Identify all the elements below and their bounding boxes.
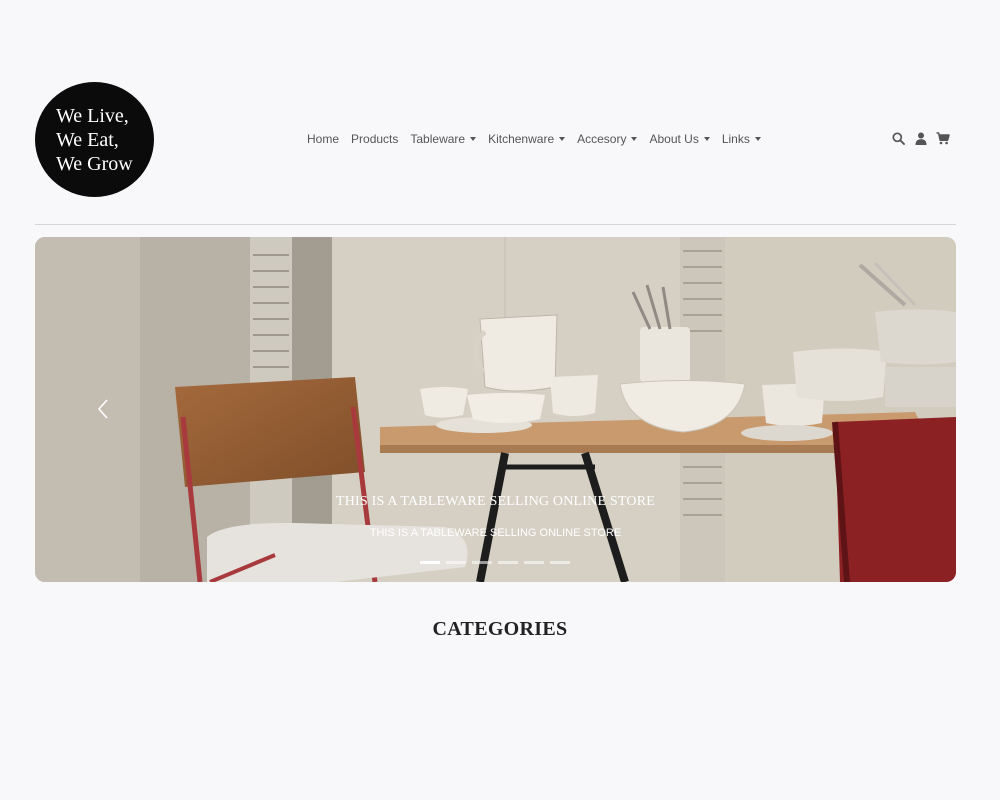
nav-item-products[interactable]: Products	[351, 132, 398, 146]
carousel-indicator[interactable]	[420, 561, 440, 564]
nav-item-label: Products	[351, 132, 399, 146]
logo-line-2: We Eat,	[56, 129, 119, 151]
nav-item-tableware[interactable]: Tableware	[410, 132, 477, 146]
nav-item-label: Accesory	[577, 132, 627, 146]
header-divider	[35, 224, 956, 225]
logo-line-1: We Live,	[56, 105, 129, 127]
main-nav: Home Products Tableware Kitchenware Acce…	[300, 131, 773, 147]
nav-item-about-us[interactable]: About Us	[649, 132, 710, 146]
carousel-indicator[interactable]	[524, 561, 544, 564]
chevron-left-icon[interactable]	[93, 397, 113, 421]
carousel-indicators	[420, 561, 576, 564]
caret-down-icon	[754, 137, 761, 141]
caret-down-icon	[559, 137, 566, 141]
caret-down-icon	[470, 137, 477, 141]
nav-item-label: Kitchenware	[488, 132, 555, 146]
categories-title: CATEGORIES	[432, 618, 568, 640]
carousel-indicator[interactable]	[550, 561, 570, 564]
caret-down-icon	[703, 137, 710, 141]
carousel-indicator[interactable]	[498, 561, 518, 564]
nav-item-label: About Us	[649, 132, 699, 146]
carousel-indicator[interactable]	[446, 561, 466, 564]
cart-icon[interactable]	[935, 131, 950, 146]
header-tools	[891, 131, 957, 146]
hero-caption-subtitle: THIS IS A TABLEWARE SELLING ONLINE STORE	[369, 527, 622, 539]
caret-down-icon	[631, 137, 638, 141]
hero-caption-title: THIS IS A TABLEWARE SELLING ONLINE STORE	[335, 494, 656, 509]
logo-line-3: We Grow	[56, 153, 133, 175]
carousel-indicator[interactable]	[472, 561, 492, 564]
nav-item-label: Links	[721, 132, 750, 146]
nav-item-home[interactable]: Home	[307, 132, 339, 146]
user-icon[interactable]	[913, 131, 928, 146]
search-icon[interactable]	[891, 131, 906, 146]
nav-item-label: Home	[307, 132, 340, 146]
hero-carousel[interactable]: THIS IS A TABLEWARE SELLING ONLINE STORE…	[35, 237, 956, 582]
nav-item-accesory[interactable]: Accesory	[577, 132, 638, 146]
nav-item-label: Tableware	[410, 132, 466, 146]
nav-item-kitchenware[interactable]: Kitchenware	[488, 132, 566, 146]
nav-item-links[interactable]: Links	[722, 132, 761, 146]
brand-logo[interactable]: We Live, We Eat, We Grow	[35, 82, 154, 197]
